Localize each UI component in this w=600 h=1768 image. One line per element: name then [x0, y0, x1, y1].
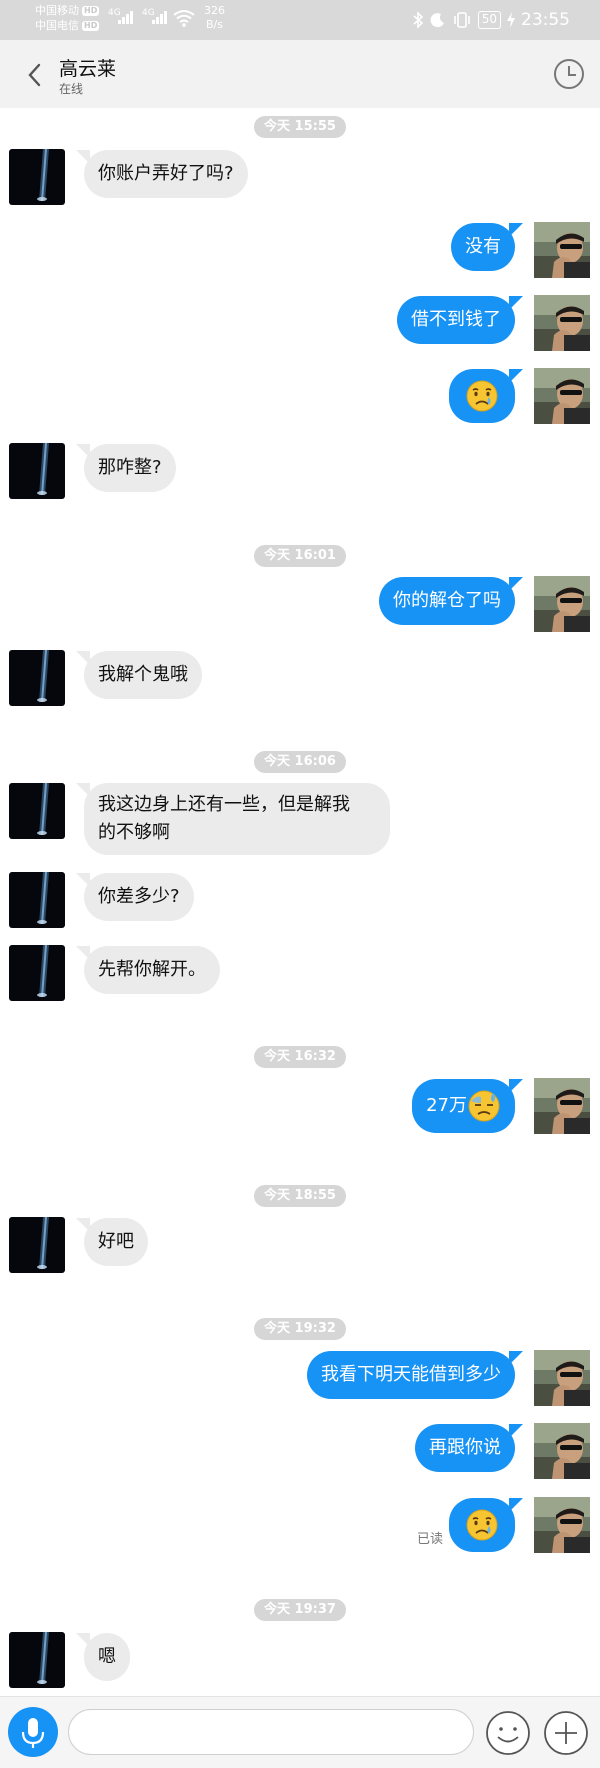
contact-avatar[interactable]	[9, 149, 65, 205]
timestamp-label: 今天 16:01	[254, 545, 346, 567]
moon-icon	[430, 13, 444, 28]
timestamp-label: 今天 16:06	[254, 751, 346, 773]
signal-icon	[118, 10, 133, 24]
downcast-sweat-face-icon	[467, 1089, 501, 1123]
message-bubble-incoming[interactable]: 我这边身上还有一些，但是解我 的不够啊	[76, 783, 390, 855]
status-right: 50 23:55	[412, 0, 600, 40]
status-bar: 中国移动 HD 中国电信 HD 4G 4G 326 B/s 50 23:55	[0, 0, 600, 40]
contact-name: 高云莱	[59, 58, 117, 80]
timestamp: 今天 19:37	[0, 1598, 600, 1621]
message-bubble-incoming[interactable]: 你差多少?	[76, 873, 194, 921]
chat-header: 高云莱 在线	[0, 40, 600, 108]
online-status: 在线	[59, 82, 84, 96]
my-avatar[interactable]	[534, 576, 590, 632]
timestamp-label: 今天 16:32	[254, 1046, 346, 1068]
crying-face-icon	[465, 379, 499, 413]
my-avatar[interactable]	[534, 295, 590, 351]
message-bubble-outgoing[interactable]: 27万	[412, 1079, 523, 1133]
read-receipt: 已读	[417, 1532, 444, 1547]
contact-avatar[interactable]	[9, 650, 65, 706]
timestamp-label: 今天 19:37	[254, 1599, 346, 1621]
hd-badge: HD	[82, 20, 100, 31]
my-avatar[interactable]	[534, 1350, 590, 1406]
carrier-info: 中国移动 HD 中国电信 HD	[35, 3, 100, 33]
my-avatar[interactable]	[534, 1423, 590, 1479]
message-text: 27万	[426, 1095, 467, 1116]
battery-icon: 50	[477, 11, 501, 29]
wifi-icon	[173, 10, 195, 27]
message-bubble-incoming[interactable]: 好吧	[76, 1218, 148, 1266]
timestamp: 今天 16:01	[0, 544, 600, 567]
vibrate-icon	[453, 12, 470, 28]
timestamp: 今天 19:32	[0, 1317, 600, 1340]
contact-avatar[interactable]	[9, 443, 65, 499]
composer-bar	[0, 1696, 600, 1768]
clock-time: 23:55	[521, 10, 570, 30]
timestamp-label: 今天 18:55	[254, 1185, 346, 1207]
plus-icon[interactable]	[542, 1709, 590, 1757]
chevron-left-icon[interactable]	[24, 60, 46, 90]
contact-avatar[interactable]	[9, 1632, 65, 1688]
charging-icon	[507, 12, 515, 28]
speed-value: 326	[204, 4, 225, 17]
timestamp: 今天 16:32	[0, 1045, 600, 1068]
message-bubble-incoming[interactable]: 嗯	[76, 1633, 130, 1681]
hd-badge: HD	[82, 5, 100, 16]
message-bubble-outgoing[interactable]	[449, 1498, 523, 1552]
message-bubble-outgoing[interactable]: 借不到钱了	[397, 296, 523, 344]
message-line: 我这边身上还有一些，但是解我	[98, 794, 350, 815]
message-line: 的不够啊	[98, 822, 170, 843]
message-bubble-incoming[interactable]: 那咋整?	[76, 444, 176, 492]
message-bubble-outgoing[interactable]: 没有	[451, 223, 523, 271]
signal-icon	[152, 10, 167, 24]
my-avatar[interactable]	[534, 1078, 590, 1134]
carrier-2: 中国电信	[35, 19, 79, 32]
contact-avatar[interactable]	[9, 945, 65, 1001]
network-speed: 326 B/s	[204, 4, 225, 32]
contact-avatar[interactable]	[9, 872, 65, 928]
timestamp-label: 今天 19:32	[254, 1318, 346, 1340]
smiley-icon[interactable]	[484, 1709, 532, 1757]
contact-avatar[interactable]	[9, 783, 65, 839]
my-avatar[interactable]	[534, 222, 590, 278]
crying-face-icon	[465, 1508, 499, 1542]
my-avatar[interactable]	[534, 368, 590, 424]
my-avatar[interactable]	[534, 1497, 590, 1553]
timestamp: 今天 18:55	[0, 1184, 600, 1207]
message-bubble-incoming[interactable]: 你账户弄好了吗?	[76, 150, 248, 198]
clock-icon[interactable]	[552, 57, 586, 91]
microphone-icon	[21, 1718, 45, 1748]
message-input[interactable]	[68, 1709, 474, 1755]
message-bubble-incoming[interactable]: 先帮你解开。	[76, 946, 220, 994]
message-bubble-outgoing[interactable]	[449, 369, 523, 423]
message-bubble-outgoing[interactable]: 我看下明天能借到多少	[307, 1351, 523, 1399]
message-bubble-incoming[interactable]: 我解个鬼哦	[76, 651, 202, 699]
timestamp-label: 今天 15:55	[254, 116, 346, 138]
carrier-1: 中国移动	[35, 4, 79, 17]
timestamp: 今天 16:06	[0, 750, 600, 773]
message-bubble-outgoing[interactable]: 再跟你说	[415, 1424, 523, 1472]
contact-avatar[interactable]	[9, 1217, 65, 1273]
timestamp: 今天 15:55	[0, 115, 600, 138]
speed-unit: B/s	[206, 18, 223, 31]
bluetooth-icon	[413, 11, 423, 29]
message-bubble-outgoing[interactable]: 你的解仓了吗	[379, 577, 523, 625]
microphone-button[interactable]	[8, 1707, 58, 1757]
